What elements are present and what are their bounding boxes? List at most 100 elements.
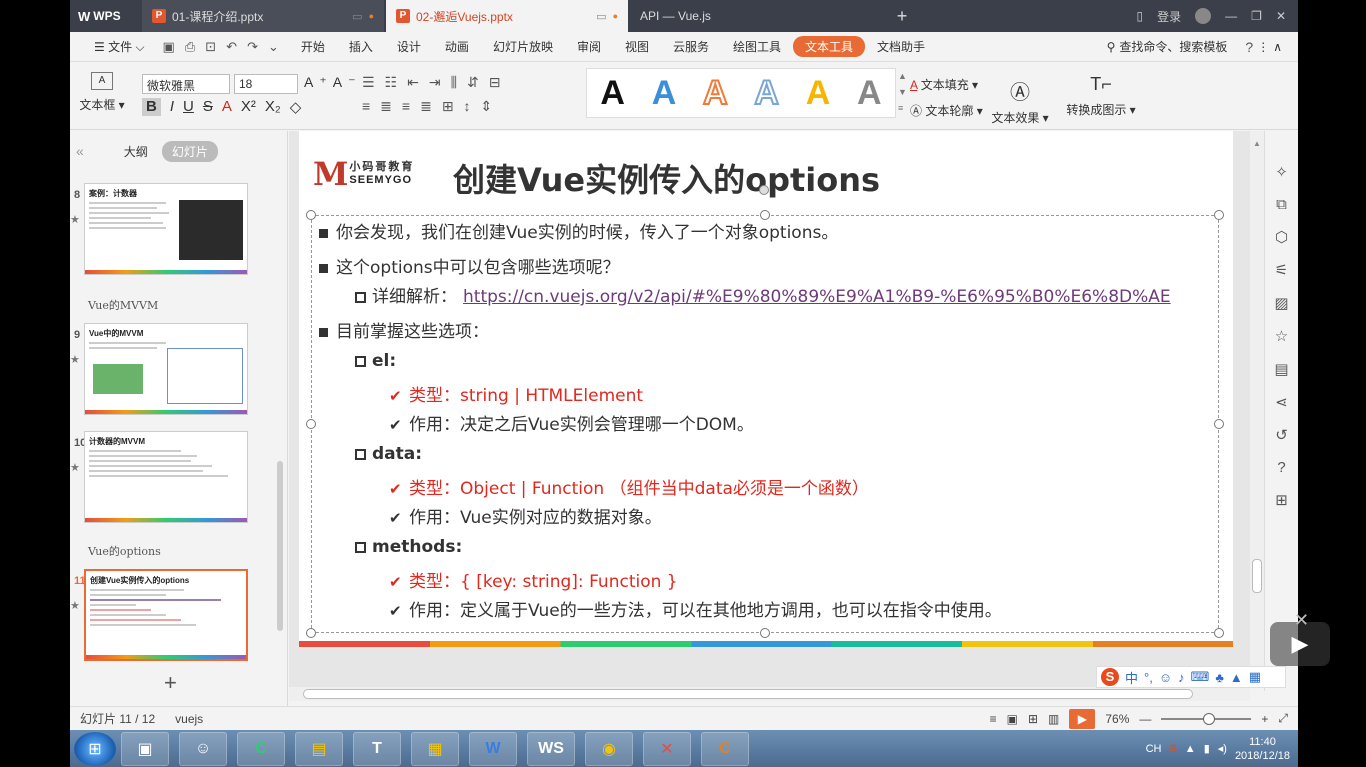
collapse-ribbon-icon[interactable]: ∧ (1273, 40, 1282, 54)
align-center-icon[interactable]: ≣ (380, 98, 392, 115)
tools-icon[interactable]: ▦ (1249, 669, 1261, 685)
image-icon[interactable]: ▨ (1274, 294, 1288, 312)
horizontal-scrollbar[interactable] (289, 687, 1250, 701)
emoji-icon[interactable]: ☺ (1159, 670, 1172, 685)
columns-icon[interactable]: ⫼ (451, 74, 457, 91)
panel-scrollbar[interactable] (277, 461, 283, 631)
taskbar-app-webstorm[interactable]: WS (527, 731, 575, 766)
tab-slides[interactable]: 幻灯片 (161, 140, 218, 162)
taskbar-app-wps[interactable]: W (469, 731, 517, 766)
doc-tab-2[interactable]: P 02-邂逅Vuejs.pptx ▭ ● (386, 0, 628, 32)
numbering-icon[interactable]: ☷ (385, 74, 398, 91)
taskbar-app-typora[interactable]: T (353, 731, 401, 766)
command-search[interactable]: ⚲ 查找命令、搜索模板 ? ⋮ ∧ (1107, 38, 1298, 55)
menu-review[interactable]: 审阅 (565, 38, 613, 55)
play-slideshow-button[interactable]: ▶ (1069, 708, 1096, 729)
slide-body[interactable]: 你会发现，我们在创建Vue实例的时候，传入了一个对象options。 这个opt… (319, 219, 1209, 626)
taskbar-app-avatar[interactable]: ☺ (179, 731, 227, 766)
tab-outline[interactable]: 大纲 (124, 143, 148, 160)
menu-doc-assistant[interactable]: 文档助手 (865, 38, 937, 55)
doc-tab-3[interactable]: API — Vue.js (630, 0, 880, 32)
scroll-thumb[interactable] (1252, 559, 1262, 593)
font-size-select[interactable]: 18 (234, 74, 298, 94)
slide-sorter-icon[interactable]: ⊞ (1028, 712, 1038, 726)
menu-design[interactable]: 设计 (385, 38, 433, 55)
resize-handle[interactable] (306, 419, 316, 429)
share-icon[interactable]: ⋖ (1275, 393, 1288, 411)
archive-icon[interactable]: ▤ (1274, 360, 1288, 378)
font-grow-shrink[interactable]: A⁺A⁻ (304, 74, 361, 91)
clock[interactable]: 11:40 2018/12/18 (1235, 735, 1290, 763)
shape-icon[interactable]: ⬡ (1275, 228, 1288, 246)
doc-tab-1[interactable]: P 01-课程介绍.pptx ▭ ● (142, 0, 384, 32)
menu-slideshow[interactable]: 幻灯片放映 (481, 38, 565, 55)
taskbar-app-folder[interactable]: ▤ (295, 731, 343, 766)
file-menu[interactable]: ☰ 文件 ⌵ (82, 38, 153, 55)
video-play-overlay[interactable]: ✕ ▶ (1270, 610, 1330, 666)
slide-thumbnail-10[interactable]: 计数器的MVVM (84, 431, 248, 523)
taskbar-app-capture[interactable]: C (701, 731, 749, 766)
text-fill-button[interactable]: A 文本填充 ▾ (910, 76, 978, 93)
scroll-thumb[interactable] (303, 689, 1193, 699)
input-lang[interactable]: CH (1146, 743, 1162, 755)
resize-handle[interactable] (760, 628, 770, 638)
taskbar-app-explorer-manager[interactable]: ▣ (121, 731, 169, 766)
punctuation-icon[interactable]: °, (1144, 670, 1153, 685)
rotate-handle[interactable] (759, 185, 769, 195)
convert-to-diagram-button[interactable]: T⌐ 转换成图示 ▾ (1066, 74, 1136, 118)
menu-view[interactable]: 视图 (613, 38, 661, 55)
zoom-slider[interactable] (1161, 712, 1252, 725)
align-left-icon[interactable]: ≡ (362, 98, 370, 115)
subscript-button[interactable]: X₂ (265, 98, 281, 116)
notes-icon[interactable]: ≡ (990, 712, 997, 726)
resize-handle[interactable] (1214, 419, 1224, 429)
superscript-button[interactable]: X² (241, 98, 256, 116)
ime-lang[interactable]: 中 (1125, 668, 1138, 687)
text-outline-button[interactable]: Ⓐ 文本轮廓 ▾ (910, 102, 983, 119)
textbox-button[interactable]: A 文本框 ▾ (78, 70, 126, 113)
zoom-out-icon[interactable]: — (1139, 712, 1151, 726)
grid-icon[interactable]: ⊞ (1275, 491, 1288, 509)
menu-home[interactable]: 开始 (289, 38, 337, 55)
resize-handle[interactable] (306, 210, 316, 220)
wordart-style-3[interactable]: A (702, 73, 729, 113)
network-icon[interactable]: ▮ (1204, 742, 1210, 755)
underline-button[interactable]: U (183, 98, 194, 116)
reading-view-icon[interactable]: ▥ (1048, 712, 1059, 726)
font-family-select[interactable]: 微软雅黑 (142, 74, 230, 94)
taskbar-app-xmind[interactable]: ✕ (643, 731, 691, 766)
skin-icon[interactable]: ♣ (1215, 670, 1224, 685)
menu-animation[interactable]: 动画 (433, 38, 481, 55)
slide-canvas[interactable]: M 小码哥教育 SEEMYGO 创建Vue实例传入的options 你会发现，我… (299, 131, 1233, 647)
close-overlay-icon[interactable]: ✕ (1294, 610, 1309, 631)
slide-thumbnail-11[interactable]: 创建Vue实例传入的options (84, 569, 248, 661)
star-icon[interactable]: ☆ (1275, 327, 1288, 345)
zoom-level[interactable]: 76% (1105, 712, 1129, 726)
layout-icon[interactable]: ▯ (1137, 9, 1144, 23)
bullets-icon[interactable]: ☰ (362, 74, 375, 91)
align-right-icon[interactable]: ≡ (402, 98, 410, 115)
add-slide-button[interactable]: + (164, 670, 177, 696)
api-docs-link[interactable]: https://cn.vuejs.org/v2/api/#%E9%80%89%E… (463, 287, 1171, 307)
italic-button[interactable]: I (170, 98, 174, 116)
copy-format-icon[interactable]: ⧉ (1276, 196, 1287, 213)
indent-decrease-icon[interactable]: ⇤ (407, 74, 419, 91)
minimize-icon[interactable]: — (1225, 9, 1237, 23)
keyboard-icon[interactable]: ⌨ (1191, 669, 1210, 685)
section-label[interactable]: Vue的MVVM (88, 297, 158, 313)
sogou-icon[interactable]: S (1101, 668, 1119, 686)
start-button[interactable]: ⊞ (74, 731, 116, 766)
resize-handle[interactable] (1214, 628, 1224, 638)
help-icon[interactable]: ? (1245, 39, 1253, 55)
pin-icon[interactable]: ✧ (1275, 163, 1288, 181)
history-icon[interactable]: ↺ (1275, 426, 1288, 444)
wordart-style-2[interactable]: A (652, 74, 677, 113)
restore-icon[interactable]: ❐ (1251, 9, 1262, 23)
print-icon[interactable]: ⎙ (185, 39, 195, 55)
font-color-button[interactable]: A (222, 98, 232, 116)
zoom-in-icon[interactable]: + (1261, 712, 1268, 726)
menu-text-tools[interactable]: 文本工具 (793, 36, 866, 57)
align-text-icon[interactable]: ⊟ (489, 74, 501, 91)
collapse-panel-icon[interactable]: « (76, 143, 84, 159)
speaker-icon[interactable]: ◂) (1218, 742, 1227, 755)
